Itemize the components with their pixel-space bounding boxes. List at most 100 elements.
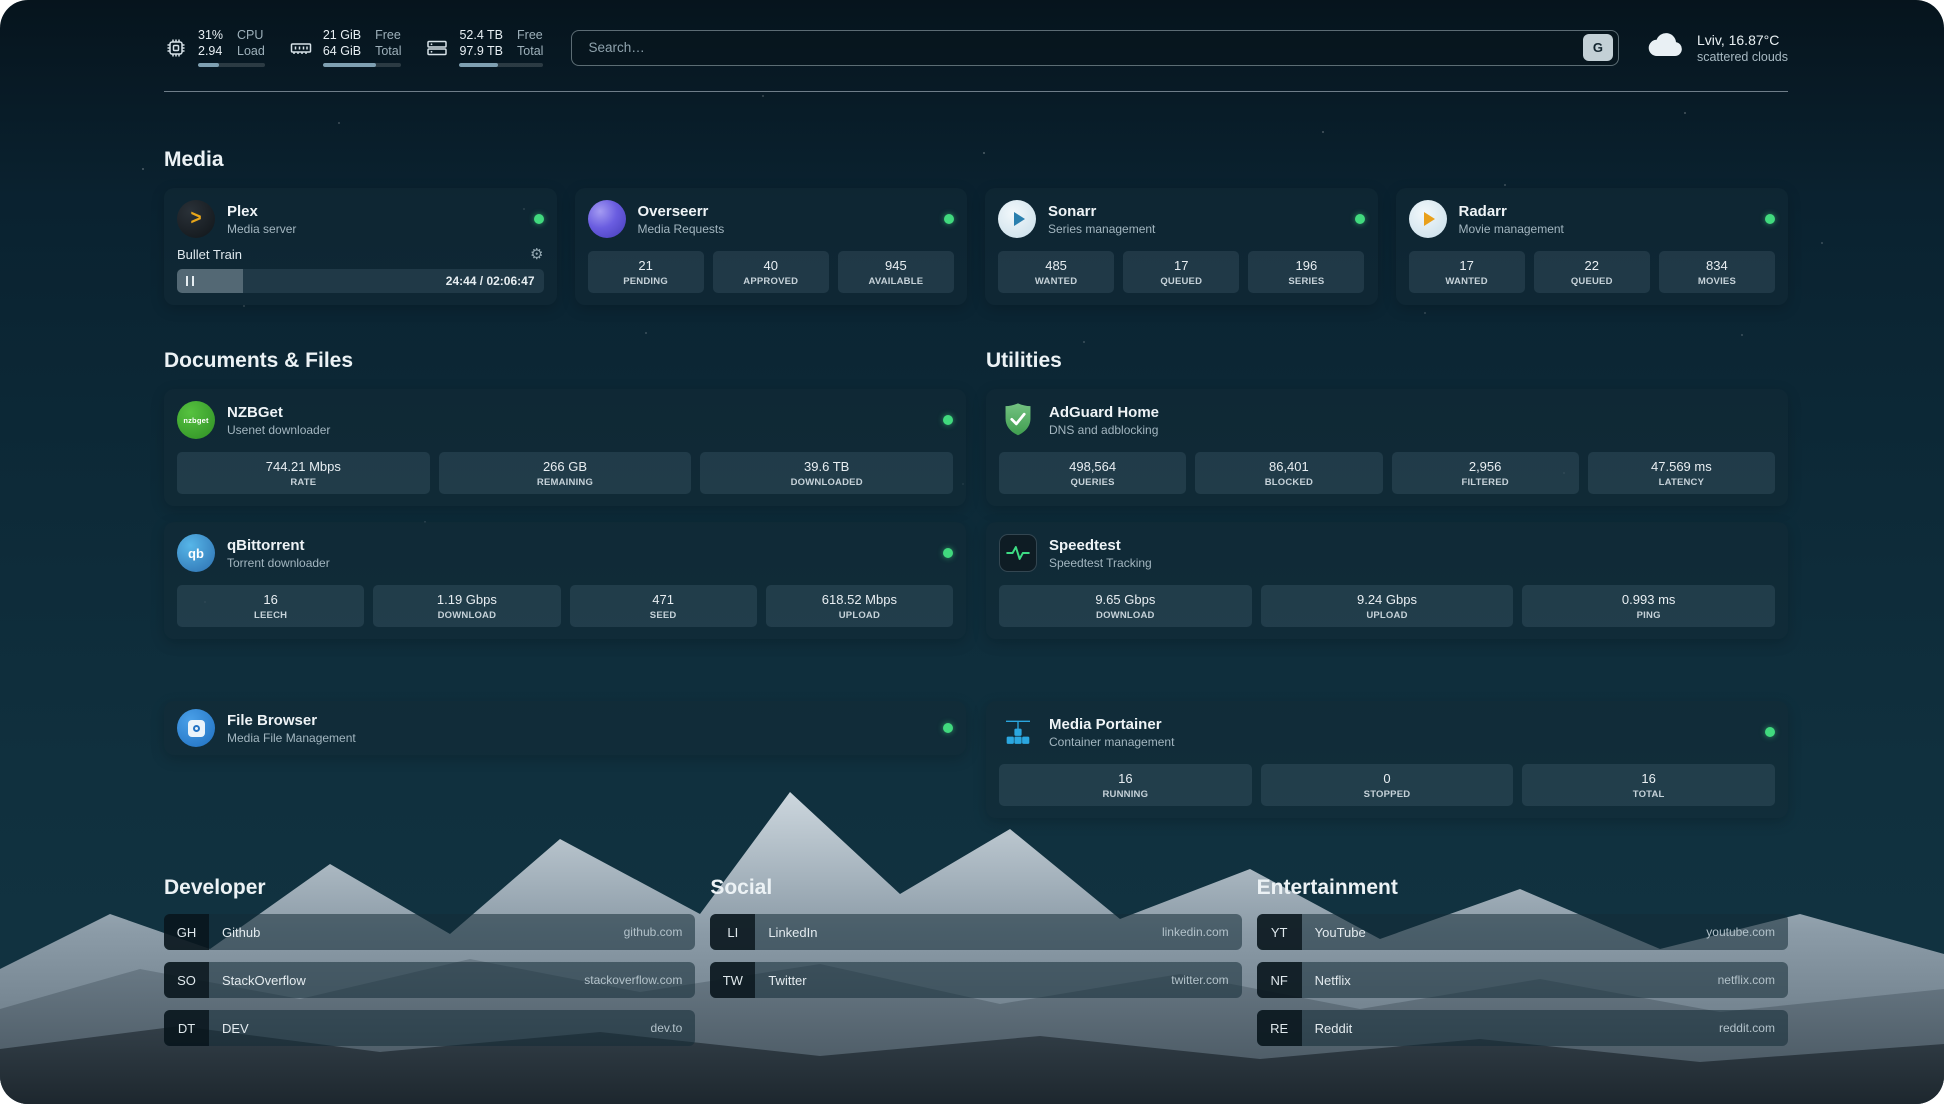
gear-icon[interactable]: ⚙ xyxy=(530,247,543,262)
stat-leech: 16LEECH xyxy=(177,585,364,627)
stat-label: LATENCY xyxy=(1592,477,1771,488)
memory-widget: 21 GiB 64 GiB Free Total xyxy=(289,28,402,67)
stat-series: 196SERIES xyxy=(1248,251,1364,293)
stat-value: 485 xyxy=(1002,258,1110,273)
pause-icon[interactable] xyxy=(186,276,194,286)
bookmark-name: LinkedIn xyxy=(768,925,817,940)
portainer-crane-icon xyxy=(999,713,1037,751)
stat-label: DOWNLOADED xyxy=(704,477,949,488)
bookmark-linkedin[interactable]: LI LinkedIn linkedin.com xyxy=(710,914,1241,950)
stat-label: SEED xyxy=(574,610,753,621)
status-online-dot xyxy=(943,723,953,733)
service-subtitle: Movie management xyxy=(1459,222,1564,236)
memory-total-value: 64 GiB xyxy=(323,44,361,59)
stat-label: LEECH xyxy=(181,610,360,621)
service-card-radarr[interactable]: Radarr Movie management 17WANTED 22QUEUE… xyxy=(1396,188,1789,305)
stat-queued: 22QUEUED xyxy=(1534,251,1650,293)
service-card-nzbget[interactable]: nzbget NZBGet Usenet downloader 744.21 M… xyxy=(164,389,966,506)
bookmark-name: Twitter xyxy=(768,973,806,988)
memory-usage-bar xyxy=(323,63,402,67)
group-heading-social: Social xyxy=(710,876,1241,900)
resource-widgets: 31% 2.94 CPU Load xyxy=(164,28,543,67)
stat-label: MOVIES xyxy=(1663,276,1771,287)
stat-running: 16RUNNING xyxy=(999,764,1252,806)
bookmark-dev[interactable]: DT DEV dev.to xyxy=(164,1010,695,1046)
filebrowser-icon xyxy=(177,709,215,747)
service-subtitle: Container management xyxy=(1049,735,1174,749)
service-title: Speedtest xyxy=(1049,537,1152,554)
service-card-plex[interactable]: > Plex Media server Bullet Train ⚙ xyxy=(164,188,557,305)
bookmark-reddit[interactable]: RE Reddit reddit.com xyxy=(1257,1010,1788,1046)
weather-location-temp: Lviv, 16.87°C xyxy=(1697,32,1788,48)
now-playing-title: Bullet Train xyxy=(177,247,242,262)
group-social: Social LI LinkedIn linkedin.com TW Twitt… xyxy=(710,876,1241,998)
bookmark-url: github.com xyxy=(624,925,683,939)
stat-value: 17 xyxy=(1413,258,1521,273)
stat-seed: 471 SEED xyxy=(570,585,757,627)
stat-upload: 9.24 GbpsUPLOAD xyxy=(1261,585,1514,627)
status-online-dot xyxy=(1355,214,1365,224)
service-subtitle: Speedtest Tracking xyxy=(1049,556,1152,570)
service-title: Sonarr xyxy=(1048,203,1155,220)
cloud-icon xyxy=(1647,30,1685,65)
service-title: File Browser xyxy=(227,712,356,729)
search-bar[interactable]: G xyxy=(571,30,1619,66)
stat-label: REMAINING xyxy=(443,477,688,488)
service-title: Plex xyxy=(227,203,296,220)
service-card-sonarr[interactable]: Sonarr Series management 485WANTED 17QUE… xyxy=(985,188,1378,305)
stat-value: 471 xyxy=(574,592,753,607)
bookmark-abbr: DT xyxy=(164,1010,209,1046)
speedtest-pulse-icon xyxy=(999,534,1037,572)
bookmark-netflix[interactable]: NF Netflix netflix.com xyxy=(1257,962,1788,998)
bookmark-github[interactable]: GH Github github.com xyxy=(164,914,695,950)
cpu-percent: 31% xyxy=(198,28,223,43)
bookmark-url: reddit.com xyxy=(1719,1021,1775,1035)
stat-total: 16TOTAL xyxy=(1522,764,1775,806)
disk-total-value: 97.9 TB xyxy=(459,44,503,59)
service-title: Radarr xyxy=(1459,203,1564,220)
service-card-qbittorrent[interactable]: qb qBittorrent Torrent downloader 16LEEC… xyxy=(164,522,966,639)
service-card-adguard[interactable]: AdGuard Home DNS and adblocking 498,564Q… xyxy=(986,389,1788,506)
playback-time: 24:44 / 02:06:47 xyxy=(446,274,535,288)
stat-value: 47.569 ms xyxy=(1592,459,1771,474)
bookmark-twitter[interactable]: TW Twitter twitter.com xyxy=(710,962,1241,998)
adguard-shield-icon xyxy=(999,401,1037,439)
search-input[interactable] xyxy=(586,39,1583,56)
bookmark-abbr: RE xyxy=(1257,1010,1302,1046)
stat-upload: 618.52 MbpsUPLOAD xyxy=(766,585,953,627)
stat-value: 16 xyxy=(1003,771,1248,786)
stat-value: 0.993 ms xyxy=(1526,592,1771,607)
bookmark-url: stackoverflow.com xyxy=(584,973,682,987)
stat-approved: 40APPROVED xyxy=(713,251,829,293)
cpu-chip-icon xyxy=(164,36,188,60)
cpu-usage-bar xyxy=(198,63,265,67)
disk-total-label: Total xyxy=(517,44,543,59)
search-provider-button[interactable]: G xyxy=(1583,34,1613,61)
memory-free-label: Free xyxy=(375,28,401,43)
status-online-dot xyxy=(943,548,953,558)
bookmark-name: Netflix xyxy=(1315,973,1351,988)
dashboard: 31% 2.94 CPU Load xyxy=(0,0,1944,1104)
stat-value: 17 xyxy=(1127,258,1235,273)
stat-value: 9.24 Gbps xyxy=(1265,592,1510,607)
stat-label: QUEUED xyxy=(1538,276,1646,287)
service-card-overseerr[interactable]: Overseerr Media Requests 21PENDING 40APP… xyxy=(575,188,968,305)
service-card-speedtest[interactable]: Speedtest Speedtest Tracking 9.65 GbpsDO… xyxy=(986,522,1788,639)
bookmark-youtube[interactable]: YT YouTube youtube.com xyxy=(1257,914,1788,950)
service-card-filebrowser[interactable]: File Browser Media File Management xyxy=(164,701,966,755)
plex-now-playing: Bullet Train ⚙ 24:44 / 02:06:47 xyxy=(177,247,544,293)
stat-queries: 498,564QUERIES xyxy=(999,452,1186,494)
bookmark-url: youtube.com xyxy=(1706,925,1775,939)
service-card-portainer[interactable]: Media Portainer Container management 16R… xyxy=(986,701,1788,818)
stat-value: 0 xyxy=(1265,771,1510,786)
stat-wanted: 485WANTED xyxy=(998,251,1114,293)
bookmark-stackoverflow[interactable]: SO StackOverflow stackoverflow.com xyxy=(164,962,695,998)
playback-progress-bar[interactable]: 24:44 / 02:06:47 xyxy=(177,269,544,293)
stat-filtered: 2,956FILTERED xyxy=(1392,452,1579,494)
stat-label: DOWNLOAD xyxy=(377,610,556,621)
bookmark-abbr: NF xyxy=(1257,962,1302,998)
stat-value: 1.19 Gbps xyxy=(377,592,556,607)
header-divider xyxy=(164,91,1788,92)
service-subtitle: Media server xyxy=(227,222,296,236)
bookmark-name: YouTube xyxy=(1315,925,1366,940)
